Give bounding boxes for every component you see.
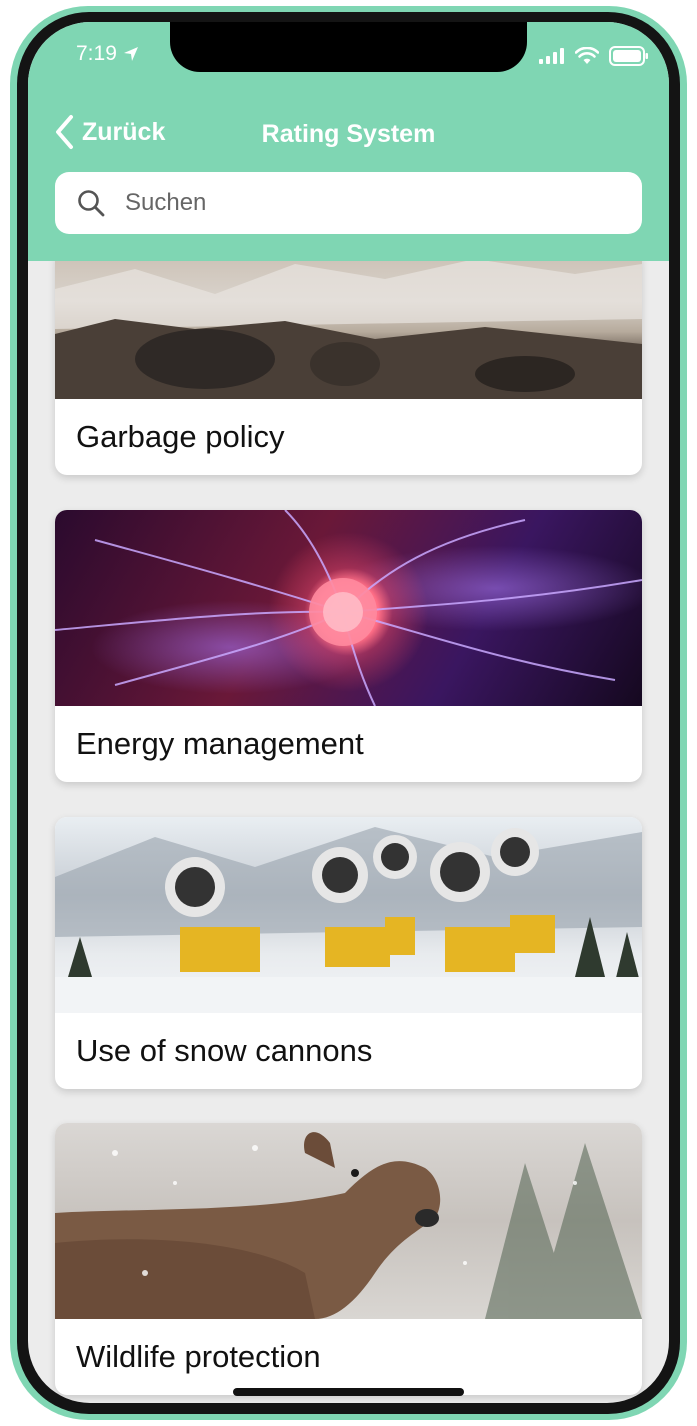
- category-card-snow-cannons[interactable]: Use of snow cannons: [55, 817, 642, 1089]
- notch: [170, 22, 527, 72]
- card-label: Use of snow cannons: [76, 1033, 373, 1068]
- category-card-garbage-policy[interactable]: Garbage policy: [55, 249, 642, 475]
- home-indicator[interactable]: [233, 1388, 464, 1396]
- category-card-wildlife-protection[interactable]: Wildlife protection: [55, 1123, 642, 1395]
- card-image-deer: [55, 1123, 642, 1319]
- location-arrow-icon: [123, 47, 138, 61]
- search-box[interactable]: [55, 172, 642, 234]
- wifi-icon: [575, 47, 599, 64]
- card-label: Energy management: [76, 726, 364, 761]
- card-label: Garbage policy: [76, 419, 285, 454]
- signal-icon: [539, 48, 564, 64]
- status-time-label: 7:19: [76, 42, 117, 65]
- status-icons: [539, 46, 649, 66]
- card-image-plasma: [55, 510, 642, 706]
- status-time: 7:19: [76, 42, 139, 66]
- card-image-snow-cannons: [55, 817, 642, 1013]
- screen: 7:19 Zurück Rating System Suchen Garbage…: [28, 22, 669, 1403]
- card-image-mountain: [55, 249, 642, 399]
- battery-icon: [609, 46, 648, 66]
- page-title: Rating System: [261, 120, 436, 148]
- rating-category-list: Garbage policy Energy management Use of …: [28, 249, 669, 1403]
- search-icon: [77, 189, 105, 217]
- header: 7:19 Zurück Rating System Suchen: [28, 22, 669, 261]
- category-card-energy-management[interactable]: Energy management: [55, 510, 642, 782]
- card-label: Wildlife protection: [76, 1339, 321, 1374]
- nav-bar: Zurück Rating System: [28, 114, 669, 154]
- search-input[interactable]: [123, 188, 607, 218]
